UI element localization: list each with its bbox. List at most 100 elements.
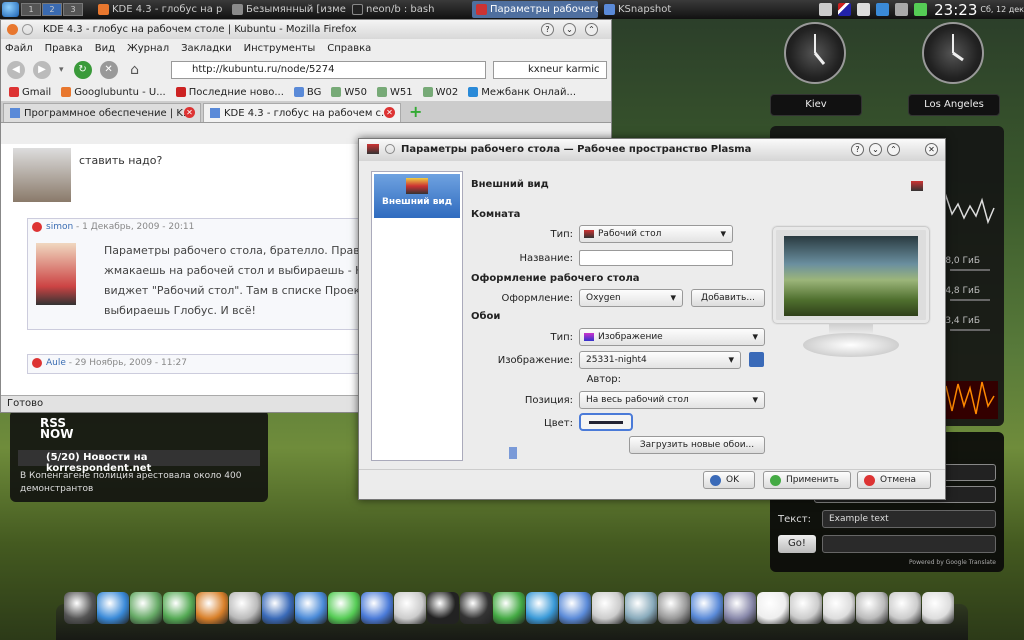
battery-icon[interactable] bbox=[914, 3, 928, 16]
pager-3[interactable]: 3 bbox=[63, 3, 83, 16]
dock-terminal-icon[interactable] bbox=[460, 592, 492, 624]
task-desktop-settings[interactable]: Параметры рабочего bbox=[472, 1, 598, 18]
dock-kopete-icon[interactable] bbox=[889, 592, 921, 624]
analog-clock-los-angeles[interactable]: Los Angeles bbox=[908, 22, 1000, 117]
rss-headline[interactable]: (5/20) Новости на korrespondent.net bbox=[18, 450, 260, 474]
dock-system-settings-icon[interactable] bbox=[526, 592, 558, 624]
dock-tux-icon[interactable] bbox=[427, 592, 459, 624]
bookmark-folder-bg[interactable]: BG bbox=[293, 87, 321, 98]
dock-kmail-icon[interactable] bbox=[97, 592, 129, 624]
kde-menu-icon[interactable] bbox=[2, 2, 19, 17]
close-tab-icon[interactable]: ✕ bbox=[384, 107, 395, 118]
dock-ktorrent-icon[interactable] bbox=[592, 592, 624, 624]
updates-icon[interactable] bbox=[876, 3, 890, 16]
image-combobox[interactable]: 25331-night4 bbox=[579, 351, 741, 369]
task-bash[interactable]: neon/b : bash bbox=[348, 1, 470, 18]
stop-icon[interactable]: ✕ bbox=[99, 61, 118, 79]
bookmark-w50[interactable]: W50 bbox=[331, 87, 367, 98]
menu-tools[interactable]: Инструменты bbox=[244, 43, 316, 54]
dialog-titlebar[interactable]: Параметры рабочего стола — Рабочее прост… bbox=[359, 139, 945, 161]
task-ksnapshot[interactable]: KSnapshot bbox=[600, 1, 692, 18]
close-icon[interactable]: ✕ bbox=[925, 143, 938, 156]
home-icon[interactable]: ⌂ bbox=[126, 61, 144, 79]
maximize-icon[interactable]: ⌃ bbox=[585, 23, 598, 36]
tab-kde-globe[interactable]: KDE 4.3 - глобус на рабочем с... ✕ bbox=[203, 103, 401, 122]
minimize-icon[interactable]: ⌄ bbox=[563, 23, 576, 36]
search-input[interactable]: kxneur karmic bbox=[493, 61, 607, 79]
help-icon[interactable]: ? bbox=[541, 23, 554, 36]
bookmark-googlubuntu[interactable]: Googlubuntu - U... bbox=[61, 87, 166, 98]
new-tab-icon[interactable]: + bbox=[409, 102, 422, 121]
minimize-icon[interactable]: ⌄ bbox=[869, 143, 882, 156]
analog-clock-kiev[interactable]: Kiev bbox=[770, 22, 862, 117]
history-dropdown-icon[interactable]: ▾ bbox=[59, 65, 64, 75]
dock-update-icon[interactable] bbox=[658, 592, 690, 624]
tab-software[interactable]: Программное обеспечение | K... ✕ bbox=[3, 103, 201, 122]
dock-text-icon[interactable] bbox=[493, 592, 525, 624]
sidebar-item-appearance[interactable]: Внешний вид bbox=[374, 174, 460, 218]
dock-sport-icon[interactable] bbox=[196, 592, 228, 624]
dock-snapshot-icon[interactable] bbox=[64, 592, 96, 624]
dock-pidgin-icon[interactable] bbox=[394, 592, 426, 624]
type-combobox[interactable]: Рабочий стол bbox=[579, 225, 733, 243]
bookmark-gmail[interactable]: Gmail bbox=[9, 87, 51, 98]
reload-icon[interactable]: ↻ bbox=[73, 61, 92, 79]
bookmark-w02[interactable]: W02 bbox=[422, 87, 458, 98]
task-firefox[interactable]: KDE 4.3 - глобус на р bbox=[94, 1, 226, 18]
menu-history[interactable]: Журнал bbox=[127, 43, 169, 54]
dock-plasma-icon[interactable] bbox=[625, 592, 657, 624]
pager-2[interactable]: 2 bbox=[42, 3, 62, 16]
network-icon[interactable] bbox=[857, 3, 871, 16]
pin-icon[interactable] bbox=[385, 144, 395, 154]
apply-button[interactable]: Применить bbox=[763, 471, 851, 489]
device-notifier-icon[interactable] bbox=[895, 3, 909, 16]
dock-clock-icon[interactable] bbox=[922, 592, 954, 624]
wallpaper-type-combobox[interactable]: Изображение bbox=[579, 328, 765, 346]
bookmark-interbank[interactable]: Межбанк Онлай... bbox=[468, 87, 576, 98]
close-tab-icon[interactable]: ✕ bbox=[184, 107, 195, 118]
text-input[interactable]: Example text bbox=[822, 510, 996, 528]
keyboard-layout-flag-icon[interactable] bbox=[838, 3, 852, 16]
volume-icon[interactable] bbox=[819, 3, 833, 16]
name-input[interactable] bbox=[579, 250, 733, 266]
dock-system-icon[interactable] bbox=[328, 592, 360, 624]
dock-display-icon[interactable] bbox=[790, 592, 822, 624]
dock-skype-icon[interactable] bbox=[361, 592, 393, 624]
maximize-icon[interactable]: ⌃ bbox=[887, 143, 900, 156]
theme-combobox[interactable]: Oxygen bbox=[579, 289, 683, 307]
dock-network-icon[interactable] bbox=[295, 592, 327, 624]
dock-tools-icon[interactable] bbox=[691, 592, 723, 624]
dock-system-monitor-icon[interactable] bbox=[856, 592, 888, 624]
cancel-button[interactable]: Отмена bbox=[857, 471, 931, 489]
dock-kbd-icon[interactable] bbox=[823, 592, 855, 624]
color-picker-button[interactable] bbox=[579, 413, 633, 431]
clock-time[interactable]: 23:23 bbox=[934, 1, 977, 19]
download-wallpapers-button[interactable]: Загрузить новые обои... bbox=[629, 436, 765, 454]
dock-accessories-icon[interactable] bbox=[130, 592, 162, 624]
comment-author[interactable]: simon bbox=[46, 222, 73, 232]
rss-item[interactable]: В Копенгагене полиция арестовала около 4… bbox=[20, 470, 260, 496]
firefox-titlebar[interactable]: KDE 4.3 - глобус на рабочем столе | Kubu… bbox=[1, 20, 611, 39]
url-input[interactable]: http://kubuntu.ru/node/5274 bbox=[171, 61, 486, 79]
open-file-icon[interactable] bbox=[749, 352, 764, 367]
menu-file[interactable]: Файл bbox=[5, 43, 33, 54]
help-icon[interactable]: ? bbox=[851, 143, 864, 156]
dock-kget-icon[interactable] bbox=[262, 592, 294, 624]
bookmark-w51[interactable]: W51 bbox=[376, 87, 413, 98]
dock-calculator-icon[interactable] bbox=[724, 592, 756, 624]
comment-author[interactable]: Aule bbox=[46, 358, 66, 368]
dock-document-icon[interactable] bbox=[229, 592, 261, 624]
dock-amarok-icon[interactable] bbox=[163, 592, 195, 624]
go-button[interactable]: Go! bbox=[778, 535, 816, 553]
position-combobox[interactable]: На весь рабочий стол bbox=[579, 391, 765, 409]
bookmark-news[interactable]: Последние ново... bbox=[175, 87, 284, 98]
menu-bookmarks[interactable]: Закладки bbox=[181, 43, 232, 54]
drag-handle-icon[interactable] bbox=[509, 447, 517, 459]
pin-icon[interactable] bbox=[22, 24, 33, 35]
back-icon[interactable]: ◀ bbox=[7, 61, 25, 79]
dock-network-manager-icon[interactable] bbox=[757, 592, 789, 624]
task-untitled[interactable]: Безымянный [изменё bbox=[228, 1, 346, 18]
forward-icon[interactable]: ▶ bbox=[33, 61, 51, 79]
menu-help[interactable]: Справка bbox=[327, 43, 371, 54]
dock-script-icon[interactable] bbox=[559, 592, 591, 624]
